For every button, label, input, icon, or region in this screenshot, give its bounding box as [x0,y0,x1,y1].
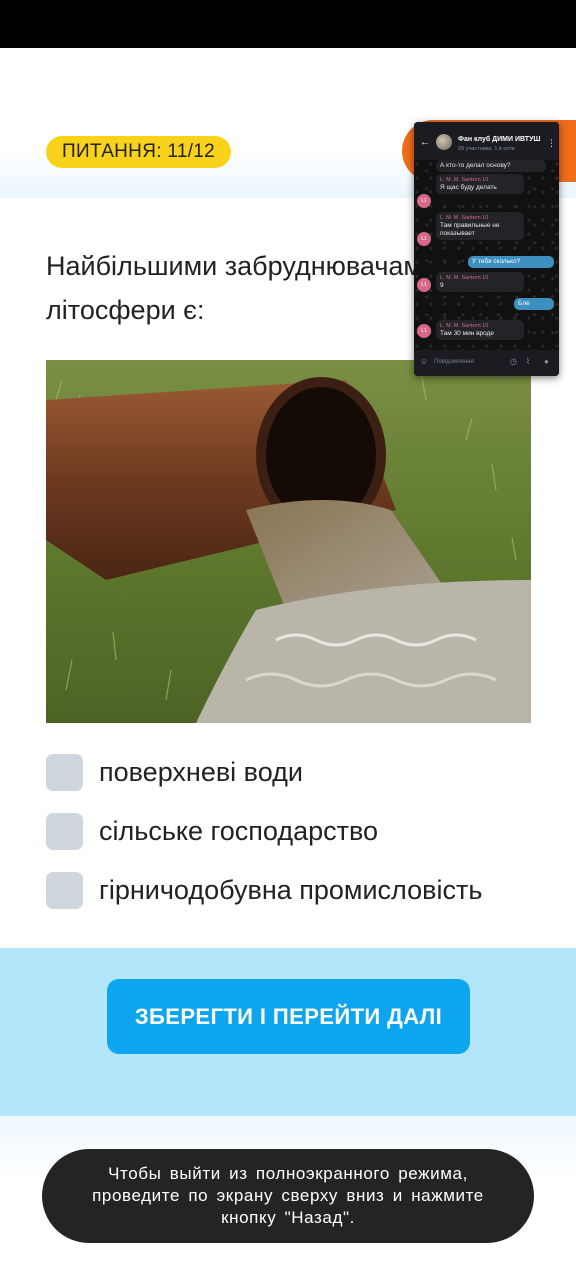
message-text: Я щас буду делать [440,184,497,191]
timer-icon[interactable]: ◷ [510,358,517,366]
answer-label: гірничодобувна промисловість [99,874,483,905]
message-sender: L. M. M. Santern 10 [440,275,489,281]
answer-label: сільське господарство [99,815,379,846]
answer-checkbox[interactable] [46,753,83,791]
chat-subtitle: 29 участника, 1 в сети [458,146,515,152]
chat-message: L. M. M. Santern 10 Там правильные не по… [436,212,524,240]
answer-label: поверхневі води [99,756,303,787]
fullscreen-hint-toast: Чтобы выйти из полноэкранного режима, пр… [42,1149,534,1243]
message-text: Бле [518,300,530,307]
answer-option[interactable]: сільське господарство [46,811,546,851]
microphone-icon[interactable]: ● [544,358,549,366]
back-arrow-icon[interactable]: ← [420,138,430,148]
message-text: У тебя сколько? [472,258,521,265]
chat-message: Бле [514,298,554,310]
sender-avatar: L1 [417,324,431,338]
answer-checkbox[interactable] [46,812,83,850]
chat-messages: А кто-то делал основу? L. M. M. Santern … [414,160,559,350]
message-text: 9 [440,282,444,289]
chat-message: У тебя сколько? [468,256,554,268]
question-counter-badge: ПИТАННЯ: 11/12 [46,136,232,168]
answer-checkbox[interactable] [46,871,83,909]
chat-floating-window[interactable]: ← Фан клуб ДИМИ ИВТУШ 29 участника, 1 в … [414,122,559,376]
chat-input-bar[interactable]: ☺ Повідомлення ◷ ⌇ ● [414,350,559,376]
message-sender: L. M. M. Santern 10 [440,323,489,329]
chat-message: L. M. M. Santern 10 Я щас буду делать [436,174,524,194]
save-and-next-button[interactable]: ЗБЕРЕГТИ І ПЕРЕЙТИ ДАЛІ [107,979,470,1054]
answer-list: поверхневі води сільське господарство гі… [46,752,546,929]
answer-option[interactable]: гірничодобувна промисловість [46,870,546,910]
answer-option[interactable]: поверхневі води [46,752,546,792]
message-sender: L. M. M. Santern 10 [440,177,489,183]
chat-message: L. M. M. Santern 10 Там 30 мин вроде [436,320,524,340]
status-bar [0,0,576,48]
message-text: Там 30 мин вроде [440,330,495,337]
message-input[interactable]: Повідомлення [434,359,474,365]
sender-avatar: L1 [417,278,431,292]
question-image [46,360,531,723]
message-text: Там правильные не показывает [440,222,500,237]
sender-avatar: L1 [417,194,431,208]
more-menu-icon[interactable]: ⋮ [547,139,556,148]
chat-message: А кто-то делал основу? [436,160,546,172]
chat-message: L. M. M. Santern 10 9 [436,272,524,292]
emoji-icon[interactable]: ☺ [420,358,428,366]
attach-icon[interactable]: ⌇ [526,358,530,366]
group-avatar [436,134,452,150]
message-sender: L. M. M. Santern 10 [440,215,489,221]
chat-header: ← Фан клуб ДИМИ ИВТУШ 29 участника, 1 в … [414,122,559,160]
sender-avatar: L1 [417,232,431,246]
message-text: А кто-то делал основу? [440,162,511,169]
chat-title: Фан клуб ДИМИ ИВТУШ [458,136,541,143]
